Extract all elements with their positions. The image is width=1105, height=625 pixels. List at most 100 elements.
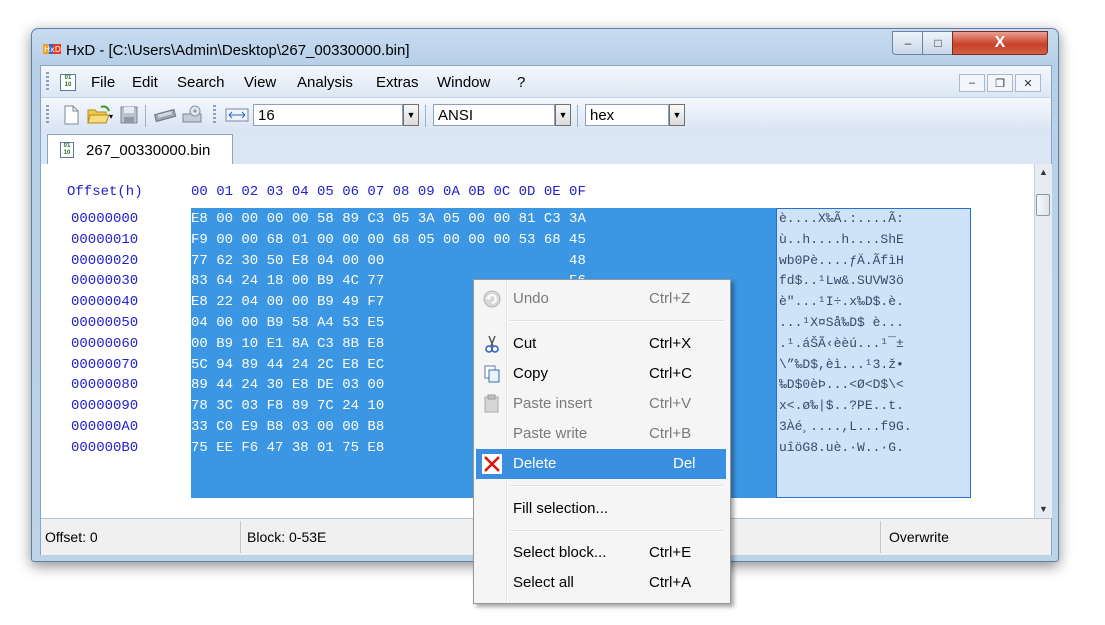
charset-dropdown[interactable]: ▼ — [555, 104, 571, 126]
menu-item-paste-write[interactable]: Paste write Ctrl+B — [476, 419, 726, 449]
tab-label: 267_00330000.bin — [86, 142, 211, 159]
status-mode: Overwrite — [889, 529, 949, 545]
disk-drive-icon[interactable] — [181, 105, 205, 125]
ascii-row[interactable]: 3Àé¸....,L...f9G. — [779, 417, 969, 438]
offset-base-dropdown[interactable]: ▼ — [669, 104, 685, 126]
menu-item-select-all[interactable]: Select all Ctrl+A — [476, 568, 726, 598]
context-menu: Undo Ctrl+Z Cut Ctrl+X Copy Ctrl+C Paste… — [473, 279, 731, 604]
menu-item-paste-insert[interactable]: Paste insert Ctrl+V — [476, 389, 726, 419]
ascii-row[interactable]: è....X‰Ã.:....Ã: — [779, 209, 969, 230]
menu-separator — [510, 485, 724, 487]
chevron-down-icon: ▼ — [672, 110, 682, 120]
scroll-up-arrow-icon[interactable]: ▲ — [1035, 164, 1052, 181]
document-icon[interactable]: 01 10 — [60, 74, 76, 91]
menu-item-copy[interactable]: Copy Ctrl+C — [476, 359, 726, 389]
menu-item-shortcut: Ctrl+X — [649, 335, 692, 352]
bytes-per-row-dropdown[interactable]: ▼ — [403, 104, 419, 126]
mdi-minimize-icon: – — [968, 77, 976, 89]
scroll-thumb[interactable] — [1036, 194, 1050, 216]
ascii-row[interactable]: x<.ø‰|$..?PE..t. — [779, 396, 969, 417]
ascii-row[interactable]: ...¹X¤Så‰D$ è... — [779, 313, 969, 334]
ascii-row[interactable]: uîöG8.uè.·W..·G. — [779, 438, 969, 459]
tab-267-00330000-bin[interactable]: 01 10 267_00330000.bin — [47, 134, 233, 164]
toolbar-grip-2[interactable] — [213, 105, 216, 125]
open-file-icon[interactable]: ▾ — [87, 105, 115, 125]
minimize-button[interactable]: – — [892, 31, 924, 55]
undo-icon — [483, 290, 501, 308]
ascii-row[interactable]: .¹.áŠÃ‹èèú...¹¯± — [779, 334, 969, 355]
ascii-row[interactable]: wb0Pè....ƒÄ.ÃfìH — [779, 251, 969, 272]
hex-row[interactable]: E8 00 00 00 00 58 89 C3 05 3A 05 00 00 8… — [191, 209, 586, 230]
save-icon[interactable] — [119, 105, 139, 125]
menu-view[interactable]: View — [244, 74, 276, 91]
menu-item-label: Select block... — [513, 544, 607, 561]
offset-row: 00000000 — [71, 211, 139, 227]
ascii-row[interactable]: \”‰D$,èì...¹3.ž• — [779, 355, 969, 376]
title-bar[interactable]: HxD HxD - [C:\Users\Admin\Desktop\267_00… — [32, 29, 1058, 65]
new-file-icon[interactable] — [61, 105, 81, 125]
ascii-row[interactable]: fd$..¹Lw&.SUVW3ö — [779, 271, 969, 292]
ascii-row[interactable]: ‰D$0èÞ...<Ø<D$\< — [779, 375, 969, 396]
mdi-close-icon: ✕ — [1023, 77, 1033, 90]
delete-x-icon — [482, 454, 502, 474]
menu-search[interactable]: Search — [177, 74, 225, 91]
menu-item-label: Undo — [513, 290, 549, 307]
ascii-column[interactable]: è....X‰Ã.:....Ã: ù..h....h....ShE wb0Pè.… — [779, 209, 969, 459]
menu-item-label: Paste write — [513, 425, 588, 442]
hex-row[interactable]: F9 00 00 68 01 00 00 00 68 05 00 00 00 5… — [191, 230, 586, 251]
hxd-app-icon: HxD — [43, 44, 61, 54]
offset-row: 00000050 — [71, 314, 139, 331]
status-offset: Offset: 0 — [41, 521, 241, 553]
menu-help[interactable]: ? — [517, 74, 525, 91]
copy-icon — [484, 365, 500, 383]
menu-file[interactable]: File — [91, 74, 115, 91]
ascii-row[interactable]: è"...¹I÷.x‰D$.è. — [779, 292, 969, 313]
maximize-icon: □ — [934, 36, 942, 50]
mdi-restore-button[interactable]: ❐ — [987, 74, 1013, 92]
menu-edit[interactable]: Edit — [132, 74, 158, 91]
offset-base-combo[interactable]: hex — [585, 104, 669, 126]
offset-base-value: hex — [590, 107, 615, 124]
menu-window[interactable]: Window — [437, 74, 490, 91]
menu-item-shortcut: Ctrl+C — [649, 365, 692, 382]
minimize-icon: – — [904, 36, 912, 50]
menu-item-shortcut: Ctrl+Z — [649, 290, 691, 307]
charset-combo[interactable]: ANSI — [433, 104, 555, 126]
menu-item-shortcut: Ctrl+V — [649, 395, 692, 412]
menu-item-undo[interactable]: Undo Ctrl+Z — [476, 284, 726, 314]
menu-item-shortcut: Ctrl+B — [649, 425, 692, 442]
menu-item-shortcut: Ctrl+E — [649, 544, 692, 561]
document-icon: 01 10 — [60, 142, 74, 158]
offset-row: 00000070 — [71, 356, 139, 373]
hex-row[interactable]: 77 62 30 50 E8 04 00 00 48 — [191, 251, 586, 272]
ram-chip-icon[interactable] — [153, 105, 177, 125]
maximize-button[interactable]: □ — [922, 31, 954, 55]
menu-item-label: Paste insert — [513, 395, 593, 412]
offset-row: 00000090 — [71, 398, 139, 415]
menu-analysis[interactable]: Analysis — [297, 74, 353, 91]
scroll-down-arrow-icon[interactable]: ▼ — [1035, 501, 1052, 518]
mdi-close-button[interactable]: ✕ — [1015, 74, 1041, 92]
menu-extras[interactable]: Extras — [376, 74, 419, 91]
ascii-row[interactable]: ù..h....h....ShE — [779, 230, 969, 251]
chevron-down-icon: ▼ — [406, 110, 416, 120]
mdi-minimize-button[interactable]: – — [959, 74, 985, 92]
menu-item-label: Fill selection... — [513, 500, 609, 517]
offset-row: 000000A0 — [71, 418, 139, 435]
menu-item-delete[interactable]: Delete Del — [476, 449, 726, 479]
menu-item-fill-selection[interactable]: Fill selection... — [476, 494, 726, 524]
offset-row: 00000040 — [71, 294, 139, 311]
bytes-per-row-combo[interactable]: 16 — [253, 104, 403, 126]
menu-item-cut[interactable]: Cut Ctrl+X — [476, 329, 726, 359]
menubar-grip[interactable] — [46, 72, 49, 90]
offset-header: Offset(h) — [67, 184, 143, 200]
toolbar-separator — [145, 105, 146, 127]
close-button[interactable]: X — [952, 31, 1048, 55]
vertical-scrollbar[interactable]: ▲ ▼ — [1034, 164, 1052, 518]
toolbar-grip[interactable] — [46, 105, 49, 125]
menu-item-shortcut: Ctrl+A — [649, 574, 692, 591]
bytes-per-row-value: 16 — [258, 107, 275, 124]
menu-item-select-block[interactable]: Select block... Ctrl+E — [476, 538, 726, 568]
close-icon: X — [994, 34, 1006, 51]
document-tabs: 01 10 267_00330000.bin — [41, 132, 1051, 165]
